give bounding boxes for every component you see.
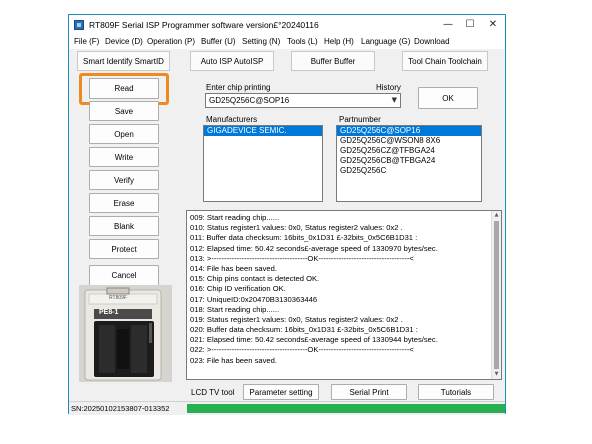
log-line: 022: >----------------------------------… [190,345,414,355]
menu-device[interactable]: Device (D) [105,37,143,46]
serial-print-button[interactable]: Serial Print [331,384,407,400]
partnumber-item[interactable]: GD25Q256C@WSON8 8X6 [337,136,481,146]
board-brand: RT809F [109,295,127,301]
log-line: 023: File has been saved. [190,355,277,365]
partnumber-item[interactable]: GD25Q256C@SOP16 [337,126,481,136]
manufacturers-label: Manufacturers [206,115,258,124]
maximize-icon[interactable]: ☐ [463,18,477,31]
log-line: 021: Elapsed time: 50.42 seconds£-averag… [190,335,438,345]
menu-download[interactable]: Download [414,37,450,46]
protect-button[interactable]: Protect [89,239,159,259]
history-label: History [376,83,401,92]
log-line: 018: Start reading chip...... [190,304,280,314]
title-bar: RT809F Serial ISP Programmer software ve… [69,15,505,36]
toolchain-button[interactable]: Tool Chain Toolchain [402,51,488,71]
board-label: PE8-1 [99,309,119,316]
log-line: 020: Buffer data checksum: 16bits_0x1D31… [190,325,418,335]
log-line: 011: Buffer data checksum: 16bits_0x1D31… [190,233,418,243]
log-scrollbar[interactable]: ▲ ▼ [491,211,501,379]
log-line: 012: Elapsed time: 50.42 seconds£-averag… [190,243,438,253]
close-icon[interactable]: ✕ [486,18,500,31]
smart-identify-button[interactable]: Smart Identify SmartID [77,51,170,71]
log-line: 014: File has been saved. [190,263,277,273]
partnumber-item[interactable]: GD25Q256CZ@TFBGA24 [337,146,481,156]
verify-button[interactable]: Verify [89,170,159,190]
menu-file[interactable]: File (F) [74,37,99,46]
enter-chip-label: Enter chip printing [206,83,271,92]
chevron-down-icon[interactable]: ▼ [392,94,397,107]
menu-setting[interactable]: Setting (N) [242,37,280,46]
log-line: 010: Status register1 values: 0x0, Statu… [190,223,403,233]
log-line: 019: Status register1 values: 0x0, Statu… [190,314,403,324]
menu-bar: File (F) Device (D) Operation (P) Buffer… [69,35,505,49]
ok-button[interactable]: OK [418,87,478,109]
log-line: 016: Chip ID verification OK. [190,284,286,294]
tutorials-button[interactable]: Tutorials [418,384,494,400]
log-line: 015: Chip pins contact is detected OK. [190,274,320,284]
app-window: RT809F Serial ISP Programmer software ve… [68,14,506,415]
write-button[interactable]: Write [89,147,159,167]
cancel-button[interactable]: Cancel [89,265,159,286]
menu-operation[interactable]: Operation (P) [147,37,195,46]
buffer-button[interactable]: Buffer Buffer [291,51,375,71]
menu-buffer[interactable]: Buffer (U) [201,37,236,46]
menu-language[interactable]: Language (G) [361,37,410,46]
partnumber-list[interactable]: GD25Q256C@SOP16 GD25Q256C@WSON8 8X6 GD25… [336,125,482,202]
menu-help[interactable]: Help (H) [324,37,354,46]
manufacturers-list[interactable]: GIGADEVICE SEMIC. [203,125,323,202]
read-button[interactable]: Read [89,78,159,99]
partnumber-item[interactable]: GD25Q256CB@TFBGA24 [337,156,481,166]
log-line: 009: Start reading chip...... [190,213,280,222]
log-line: 013: >----------------------------------… [190,253,414,263]
scroll-down-icon[interactable]: ▼ [492,370,501,379]
scroll-up-icon[interactable]: ▲ [492,211,501,220]
programmer-photo: PE8-1 RT809F [79,285,172,382]
lcd-tv-tool-label: LCD TV tool [191,388,235,397]
partnumber-label: Partnumber [339,115,381,124]
window-title: RT809F Serial ISP Programmer software ve… [89,20,319,30]
menu-tools[interactable]: Tools (L) [287,37,318,46]
chip-combo[interactable]: GD25Q256C@SOP16 ▼ [205,93,401,108]
log-line: 017: UniqueID:0x20470B3130363446 [190,294,318,304]
log-panel[interactable]: 009: Start reading chip...... 010: Statu… [186,210,502,380]
scroll-thumb[interactable] [494,221,499,369]
app-icon [74,20,84,30]
erase-button[interactable]: Erase [89,193,159,213]
chip-value: GD25Q256C@SOP16 [209,96,290,105]
serial-number: SN:20250102153807-013352 [71,404,170,413]
partnumber-item[interactable]: GD25Q256C [337,166,481,176]
manufacturer-item[interactable]: GIGADEVICE SEMIC. [204,126,322,136]
parameter-setting-button[interactable]: Parameter setting [243,384,319,400]
blank-button[interactable]: Blank [89,216,159,236]
progress-bar [187,404,505,413]
open-button[interactable]: Open [89,124,159,144]
save-button[interactable]: Save [89,101,159,121]
auto-isp-button[interactable]: Auto ISP AutoISP [190,51,274,71]
minimize-icon[interactable]: — [441,18,455,31]
status-bar: SN:20250102153807-013352 [69,401,505,415]
